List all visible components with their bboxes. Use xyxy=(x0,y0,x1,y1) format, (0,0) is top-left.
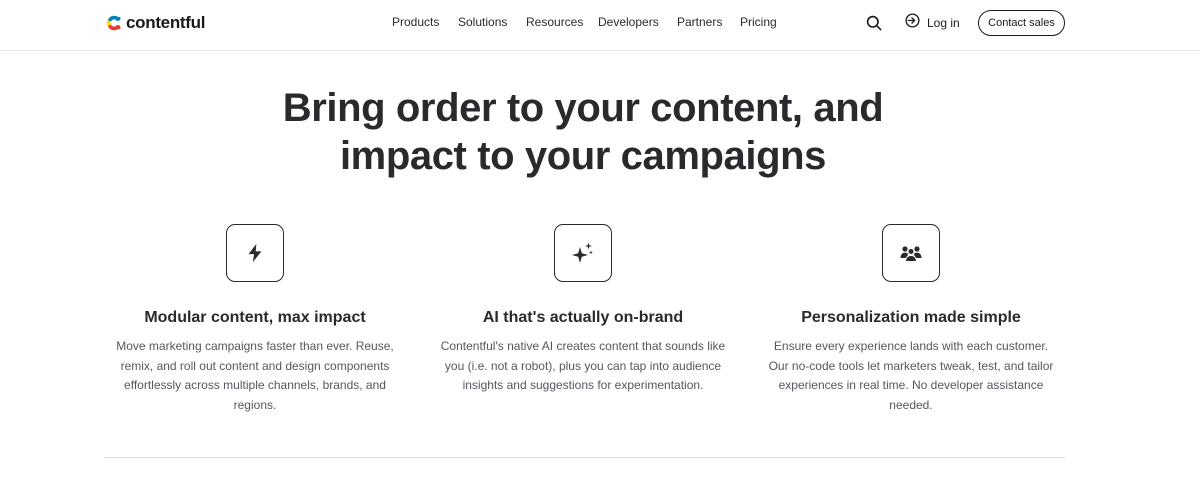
feature-description: Contentful's native AI creates content t… xyxy=(440,339,726,392)
login-icon xyxy=(905,13,920,33)
feature-title: Personalization made simple xyxy=(801,309,1021,326)
logo-wordmark: contentful xyxy=(126,13,206,32)
hero-title: Bring order to your content, and impact … xyxy=(200,84,966,180)
nav-item-developers[interactable]: Developers xyxy=(598,15,659,29)
login-link[interactable]: Log in xyxy=(905,13,960,33)
nav-item-partners[interactable]: Partners xyxy=(677,15,722,29)
sparkles-icon xyxy=(554,224,612,282)
feature-card-modular: Modular content, max impact Move marketi… xyxy=(95,224,415,415)
contentful-logo[interactable]: contentful xyxy=(104,12,205,34)
feature-description: Ensure every experience lands with each … xyxy=(768,339,1054,412)
lightning-bolt-icon xyxy=(226,224,284,282)
feature-description: Move marketing campaigns faster than eve… xyxy=(116,339,394,412)
feature-title: Modular content, max impact xyxy=(144,309,366,326)
users-group-icon xyxy=(882,224,940,282)
hero-title-line-1: Bring order to your content, and xyxy=(282,86,884,130)
login-label: Log in xyxy=(927,16,960,30)
section-divider xyxy=(104,457,1065,458)
feature-card-ai: AI that's actually on-brand Contentful's… xyxy=(423,224,743,396)
contentful-logo-icon xyxy=(106,15,121,31)
nav-item-resources[interactable]: Resources xyxy=(526,15,583,29)
feature-card-personalization: Personalization made simple Ensure every… xyxy=(751,224,1071,415)
contact-sales-button[interactable]: Contact sales xyxy=(978,10,1065,36)
hero-title-line-2: impact to your campaigns xyxy=(339,134,827,178)
nav-item-pricing[interactable]: Pricing xyxy=(740,15,777,29)
nav-item-solutions[interactable]: Solutions xyxy=(458,15,507,29)
nav-item-products[interactable]: Products xyxy=(392,15,439,29)
search-icon[interactable] xyxy=(866,15,882,31)
feature-title: AI that's actually on-brand xyxy=(482,309,684,326)
site-header: contentful Products Solutions Resources … xyxy=(0,0,1200,51)
